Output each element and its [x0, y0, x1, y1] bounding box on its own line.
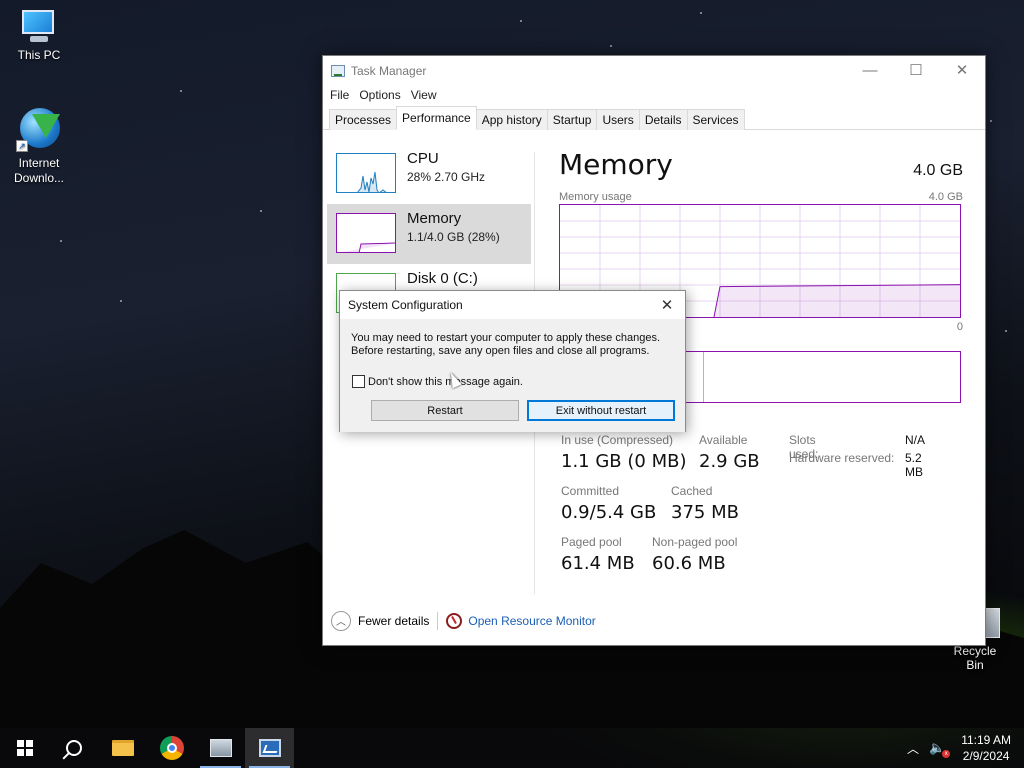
tab-details[interactable]: Details — [638, 109, 688, 130]
menu-options[interactable]: Options — [359, 86, 408, 106]
search-button[interactable] — [49, 728, 98, 768]
footer-separator — [437, 611, 439, 630]
resource-monitor-icon — [446, 612, 463, 629]
start-button[interactable] — [0, 728, 49, 768]
stat-cached: Cached 375 MB — [671, 484, 739, 523]
download-manager-icon: ↗ — [16, 106, 62, 152]
memory-usage-area — [714, 284, 960, 317]
stat-label: Committed — [561, 484, 620, 498]
stat-committed: Committed 0.9/5.4 GB — [561, 484, 656, 523]
taskbar-task-manager[interactable] — [245, 728, 294, 768]
stat-in-use: In use (Compressed) 1.1 GB (0 MB) — [561, 433, 686, 472]
resource-name: Disk 0 (C:) — [407, 270, 478, 287]
stat-value: 2.9 GB — [699, 451, 760, 472]
speaker-muted-icon[interactable]: 🔈 x — [929, 740, 951, 758]
resource-detail: 1.1/4.0 GB (28%) — [407, 230, 500, 244]
stat-non-paged-pool: Non-paged pool 60.6 MB — [652, 535, 737, 574]
dialog-message: You may need to restart your computer to… — [340, 319, 685, 358]
taskbar-system-configuration[interactable] — [196, 728, 245, 768]
chrome-icon — [159, 736, 184, 760]
dont-show-again-checkbox[interactable]: Don't show this message again. — [352, 375, 523, 388]
stat-value: 5.2 MB — [905, 451, 923, 479]
checkbox-label[interactable]: Don't show this message again. — [368, 376, 523, 388]
resource-item-memory[interactable]: Memory 1.1/4.0 GB (28%) — [327, 204, 531, 264]
stat-value: 0.9/5.4 GB — [561, 502, 657, 523]
clock-date: 2/9/2024 — [962, 749, 1010, 763]
dialog-message-line: Before restarting, save any open files a… — [351, 345, 650, 357]
memory-thumbnail-graph — [336, 213, 396, 253]
resource-detail: 28% 2.70 GHz — [407, 170, 486, 184]
stat-value: 61.4 MB — [561, 553, 635, 574]
search-icon — [65, 740, 82, 756]
desktop-icon-label: Recycle Bin — [953, 644, 997, 672]
restart-button[interactable]: Restart — [371, 400, 519, 421]
stat-label: Available — [699, 433, 748, 447]
task-manager-app-icon — [331, 65, 345, 77]
menu-view[interactable]: View — [411, 86, 445, 106]
window-title: Task Manager — [351, 64, 427, 78]
memory-usage-max: 4.0 GB — [928, 191, 963, 203]
memory-title: Memory — [559, 148, 673, 181]
fewer-details-link[interactable]: Fewer details — [358, 614, 429, 628]
computer-icon — [18, 10, 60, 44]
taskbar: ︿ 🔈 x 11:19 AM 2/9/2024 — [0, 728, 1024, 768]
stat-label: Non-paged pool — [652, 535, 738, 549]
tab-users[interactable]: Users — [596, 109, 640, 130]
task-manager-icon — [258, 739, 281, 757]
tab-services[interactable]: Services — [686, 109, 745, 130]
stat-paged-pool: Paged pool 61.4 MB — [561, 535, 635, 574]
tab-processes[interactable]: Processes — [329, 109, 398, 130]
folder-icon — [111, 740, 134, 756]
title-bar[interactable]: Task Manager — ☐ ✕ — [323, 56, 985, 86]
stat-label: Paged pool — [561, 535, 622, 549]
menu-bar: File Options View — [323, 86, 985, 106]
task-manager-footer: ︿ Fewer details Open Resource Monitor — [323, 595, 985, 645]
resource-item-cpu[interactable]: CPU 28% 2.70 GHz — [327, 144, 531, 204]
taskbar-file-explorer[interactable] — [98, 728, 147, 768]
cpu-sparkline — [357, 171, 387, 192]
minimize-button[interactable]: — — [847, 56, 893, 84]
menu-file[interactable]: File — [330, 86, 357, 106]
show-hidden-icons-chevron-icon[interactable]: ︿ — [907, 740, 919, 757]
dialog-title: System Configuration — [348, 298, 463, 312]
desktop-icon-label: Internet Downlo... — [13, 156, 65, 185]
stat-value: 60.6 MB — [652, 553, 726, 574]
clock-time: 11:19 AM — [961, 733, 1011, 747]
resource-name: CPU — [407, 150, 439, 167]
checkbox-box[interactable] — [352, 375, 365, 388]
desktop-icon-this-pc[interactable]: This PC — [1, 10, 77, 63]
maximize-button[interactable]: ☐ — [893, 56, 939, 84]
stat-label: Hardware reserved: — [789, 451, 895, 465]
tab-startup[interactable]: Startup — [546, 109, 598, 130]
desktop-icon-label: This PC — [17, 48, 61, 62]
chevron-up-icon[interactable]: ︿ — [331, 610, 351, 631]
tab-strip: Processes Performance App history Startu… — [323, 106, 985, 130]
stat-available: Available 2.9 GB — [699, 433, 760, 472]
tab-performance[interactable]: Performance — [396, 106, 477, 130]
dialog-message-line: You may need to restart your computer to… — [351, 332, 660, 344]
system-configuration-dialog: System Configuration ✕ You may need to r… — [339, 290, 686, 432]
dialog-close-button[interactable]: ✕ — [653, 294, 681, 316]
close-button[interactable]: ✕ — [939, 56, 985, 84]
resource-name: Memory — [407, 210, 462, 227]
desktop-icon-internet-download-manager[interactable]: ↗ Internet Downlo... — [1, 106, 77, 186]
exit-without-restart-button[interactable]: Exit without restart — [527, 400, 675, 421]
clock[interactable]: 11:19 AM 2/9/2024 — [955, 732, 1024, 764]
stat-label: In use (Compressed) — [561, 433, 674, 447]
system-tray: ︿ 🔈 x 11:19 AM 2/9/2024 — [907, 728, 1024, 768]
stat-value: N/A — [905, 433, 926, 447]
dialog-body: You may need to restart your computer to… — [340, 319, 685, 432]
stat-value: 1.1 GB (0 MB) — [561, 451, 687, 472]
windows-logo-icon — [16, 740, 33, 756]
memory-sparkline — [343, 242, 395, 252]
system-configuration-icon — [209, 739, 232, 757]
stat-value: 375 MB — [671, 502, 739, 523]
cpu-thumbnail-graph — [336, 153, 396, 193]
taskbar-chrome[interactable] — [147, 728, 196, 768]
open-resource-monitor-link[interactable]: Open Resource Monitor — [468, 614, 595, 628]
stat-label: Cached — [671, 484, 713, 498]
memory-total: 4.0 GB — [913, 162, 963, 179]
memory-usage-label: Memory usage — [559, 191, 632, 203]
tab-app-history[interactable]: App history — [475, 109, 548, 130]
